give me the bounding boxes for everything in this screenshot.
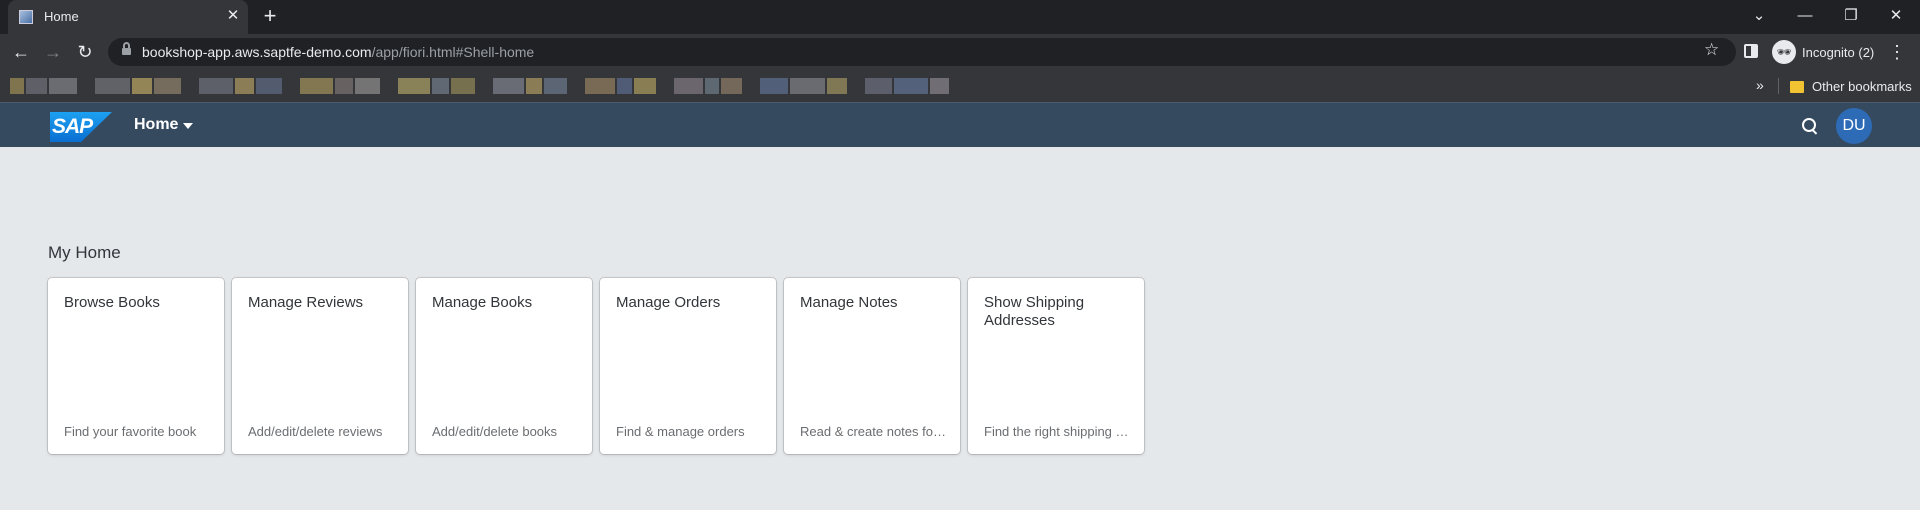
bookmark-item[interactable] xyxy=(865,78,892,94)
section-title: My Home xyxy=(48,243,121,262)
incognito-label[interactable]: Incognito (2) xyxy=(1802,45,1874,60)
tile-title: Manage Books xyxy=(432,294,533,311)
sap-shell-bar: SAP Home DU xyxy=(0,102,1920,147)
shell-home-title[interactable]: Home xyxy=(134,116,178,134)
bookmark-item[interactable] xyxy=(634,78,656,94)
bookmark-item[interactable] xyxy=(617,78,632,94)
sap-logo[interactable]: SAP xyxy=(50,112,112,142)
bookmark-item[interactable] xyxy=(526,78,542,94)
browser-menu-icon[interactable]: ⋮ xyxy=(1888,39,1906,65)
bookmark-item[interactable] xyxy=(432,78,449,94)
folder-icon xyxy=(1790,81,1804,93)
tile-subtitle: Find & manage orders xyxy=(616,424,745,439)
restore-icon[interactable]: ❐ xyxy=(1839,4,1863,28)
bookmark-item[interactable] xyxy=(235,78,254,94)
forward-icon[interactable]: → xyxy=(40,39,66,65)
bookmark-item[interactable] xyxy=(95,78,130,94)
bookmark-item[interactable] xyxy=(827,78,847,94)
bookmark-item[interactable] xyxy=(760,78,788,94)
tab-search-icon[interactable]: ⌄ xyxy=(1747,4,1771,28)
tile-show-shipping-addresses[interactable]: Show Shipping Addresses Find the right s… xyxy=(968,278,1144,454)
back-icon[interactable]: ← xyxy=(8,39,34,65)
bookmark-item[interactable] xyxy=(674,78,703,94)
bookmark-item[interactable] xyxy=(199,78,233,94)
tab-close-icon[interactable]: ✕ xyxy=(224,7,242,25)
tile-title: Show Shipping Addresses xyxy=(984,294,1085,329)
sap-logo-text: SAP xyxy=(52,115,93,138)
bookmark-item[interactable] xyxy=(894,78,928,94)
bookmark-item[interactable] xyxy=(790,78,825,94)
lock-icon[interactable] xyxy=(122,42,131,57)
tile-subtitle: Add/edit/delete reviews xyxy=(248,424,383,439)
tile-manage-books[interactable]: Manage Books Add/edit/delete books xyxy=(416,278,592,454)
bookmark-item[interactable] xyxy=(705,78,719,94)
tile-title: Manage Orders xyxy=(616,294,721,311)
bookmark-star-icon[interactable]: ☆ xyxy=(1704,40,1719,60)
caret-down-icon[interactable] xyxy=(183,123,193,129)
browser-tab[interactable]: Home ✕ xyxy=(8,0,248,34)
other-bookmarks[interactable]: Other bookmarks xyxy=(1812,79,1912,94)
tab-title: Home xyxy=(44,9,79,24)
url-text: bookshop-app.aws.saptfe-demo.com/app/fio… xyxy=(142,44,534,60)
address-bar[interactable]: bookshop-app.aws.saptfe-demo.com/app/fio… xyxy=(108,38,1736,66)
bookmark-item[interactable] xyxy=(721,78,742,94)
bookmark-item[interactable] xyxy=(930,78,949,94)
sap-favicon-icon xyxy=(19,10,33,24)
tile-title: Browse Books xyxy=(64,294,160,311)
bookmarks-overflow-icon[interactable]: » xyxy=(1756,77,1764,93)
reload-icon[interactable]: ↻ xyxy=(72,39,98,65)
tile-subtitle: Add/edit/delete books xyxy=(432,424,558,439)
side-panel-icon[interactable] xyxy=(1744,44,1758,58)
bookmark-item[interactable] xyxy=(132,78,152,94)
tile-subtitle: Find your favorite book xyxy=(64,424,197,439)
tile-subtitle: Read & create notes for orders xyxy=(800,424,950,439)
tile-title: Manage Notes xyxy=(800,294,898,311)
bookmark-item[interactable] xyxy=(256,78,282,94)
tile-subtitle: Find the right shipping address xyxy=(984,424,1134,439)
incognito-icon[interactable]: 🕶 xyxy=(1772,40,1796,64)
bookmark-item[interactable] xyxy=(355,78,380,94)
user-avatar[interactable]: DU xyxy=(1836,108,1872,144)
browser-tab-strip: Home ✕ + ⌄ — ❐ ✕ xyxy=(0,0,1920,34)
bookmarks-bar: » Other bookmarks xyxy=(0,70,1920,102)
browser-toolbar: ← → ↻ bookshop-app.aws.saptfe-demo.com/a… xyxy=(0,34,1920,70)
bookmark-item[interactable] xyxy=(398,78,430,94)
url-path: /app/fiori.html#Shell-home xyxy=(371,44,535,60)
tile-browse-books[interactable]: Browse Books Find your favorite book xyxy=(48,278,224,454)
minimize-icon[interactable]: — xyxy=(1793,4,1817,28)
bookmarks-divider xyxy=(1778,78,1779,94)
search-icon[interactable] xyxy=(1800,116,1820,136)
bookmark-item[interactable] xyxy=(451,78,475,94)
bookmark-item[interactable] xyxy=(154,78,181,94)
tile-manage-reviews[interactable]: Manage Reviews Add/edit/delete reviews xyxy=(232,278,408,454)
bookmark-item[interactable] xyxy=(26,78,47,94)
bookmark-item[interactable] xyxy=(10,78,24,94)
bookmark-item[interactable] xyxy=(335,78,353,94)
window-close-icon[interactable]: ✕ xyxy=(1884,4,1908,28)
tile-manage-notes[interactable]: Manage Notes Read & create notes for ord… xyxy=(784,278,960,454)
bookmark-item[interactable] xyxy=(585,78,615,94)
bookmark-item[interactable] xyxy=(49,78,77,94)
tile-title: Manage Reviews xyxy=(248,294,364,311)
tile-manage-orders[interactable]: Manage Orders Find & manage orders xyxy=(600,278,776,454)
new-tab-icon[interactable]: + xyxy=(258,5,282,29)
url-host: bookshop-app.aws.saptfe-demo.com xyxy=(142,44,372,60)
bookmark-item[interactable] xyxy=(300,78,333,94)
bookmark-item[interactable] xyxy=(544,78,567,94)
bookmark-item[interactable] xyxy=(493,78,524,94)
